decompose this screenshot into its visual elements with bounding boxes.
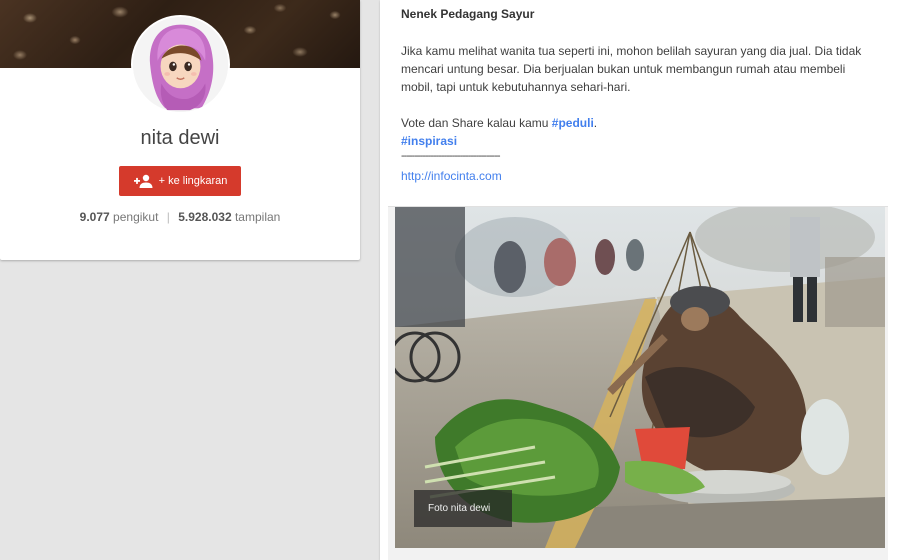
add-to-circle-button[interactable]: + ke lingkaran [119, 166, 241, 196]
hashtag-peduli-link[interactable]: #peduli [552, 116, 594, 130]
hijab-girl-avatar-icon [133, 17, 228, 112]
post-title: Nenek Pedagang Sayur [401, 7, 535, 21]
photo-caption: Foto nita dewi [414, 490, 512, 527]
post-photo[interactable]: Foto nita dewi [395, 207, 885, 548]
profile-stats: 9.077 pengikut | 5.928.032 tampilan [0, 210, 360, 224]
hashtag-inspirasi-link[interactable]: #inspirasi [401, 134, 457, 148]
views-label: tampilan [234, 210, 281, 224]
profile-card: nita dewi + ke lingkaran 9.077 pengikut … [0, 0, 360, 260]
post-external-link[interactable]: http://infocinta.com [401, 169, 502, 183]
add-to-circle-label: + ke lingkaran [158, 175, 228, 187]
post-divider: ------------------------------------- [401, 150, 501, 162]
avatar[interactable] [131, 15, 230, 114]
post-body: Jika kamu melihat wanita tua seperti ini… [401, 42, 871, 150]
photo-frame: Foto nita dewi [388, 206, 888, 560]
vote-period: . [593, 116, 598, 130]
vote-text: Vote dan Share kalau kamu [401, 116, 549, 130]
followers-count: 9.077 [79, 210, 110, 224]
stats-separator: | [166, 210, 170, 224]
post-vote-line: Vote dan Share kalau kamu #peduli. [401, 114, 871, 132]
followers-label: pengikut [113, 210, 159, 224]
profile-name[interactable]: nita dewi [0, 127, 360, 150]
post-card: Nenek Pedagang Sayur Jika kamu melihat w… [380, 0, 897, 560]
views-count: 5.928.032 [178, 210, 232, 224]
post-paragraph: Jika kamu melihat wanita tua seperti ini… [401, 44, 862, 94]
add-person-icon [133, 174, 153, 188]
